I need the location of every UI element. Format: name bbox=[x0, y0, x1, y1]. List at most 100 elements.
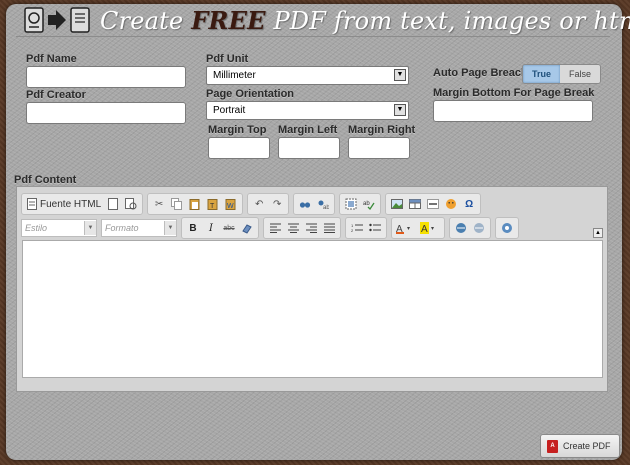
align-center-icon[interactable] bbox=[285, 220, 301, 236]
format-combo[interactable]: Formato ▼ bbox=[101, 219, 177, 237]
link-icon[interactable] bbox=[453, 220, 469, 236]
title-free: FREE bbox=[191, 6, 266, 35]
pdf-unit-select[interactable]: Millimeter ▼ bbox=[206, 66, 409, 85]
svg-text:A: A bbox=[421, 224, 428, 234]
remove-format-icon[interactable] bbox=[239, 220, 255, 236]
unlink-icon[interactable] bbox=[471, 220, 487, 236]
horizontal-rule-icon[interactable] bbox=[425, 196, 441, 212]
paste-word-icon[interactable]: W bbox=[223, 196, 239, 212]
chevron-down-icon: ▼ bbox=[394, 104, 406, 116]
toolbar-group-document: Fuente HTML bbox=[21, 193, 144, 215]
background-color-icon[interactable]: A ▾ bbox=[419, 220, 441, 236]
chevron-down-icon: ▼ bbox=[84, 221, 96, 235]
pdf-content-label: Pdf Content bbox=[14, 174, 77, 186]
margin-top-input[interactable] bbox=[208, 137, 270, 159]
align-left-icon[interactable] bbox=[267, 220, 283, 236]
style-combo[interactable]: Estilo ▼ bbox=[21, 219, 97, 237]
page-title: Create FREE PDF from text, images or htm… bbox=[100, 6, 630, 35]
margin-top-label: Margin Top bbox=[208, 124, 267, 136]
toggle-false[interactable]: False bbox=[560, 65, 601, 83]
svg-text:▾: ▾ bbox=[407, 226, 410, 232]
svg-text:T: T bbox=[210, 203, 215, 210]
svg-text:ab: ab bbox=[363, 201, 370, 207]
rich-text-editor: Fuente HTML ✂ T W ↶ ↷ ab ab Ω Estilo ▼ F… bbox=[16, 186, 608, 392]
toolbar-group-lists: 12 bbox=[345, 217, 387, 239]
toolbar-row-1: Fuente HTML ✂ T W ↶ ↷ ab ab Ω bbox=[21, 193, 485, 215]
bulleted-list-icon[interactable] bbox=[367, 220, 383, 236]
toolbar-row-2: Estilo ▼ Formato ▼ B I abc 12 A ▾ A ▾ bbox=[21, 217, 523, 239]
svg-text:2: 2 bbox=[351, 228, 354, 233]
pdf-unit-label: Pdf Unit bbox=[206, 53, 249, 65]
header: Create FREE PDF from text, images or htm… bbox=[24, 6, 630, 36]
format-combo-label: Formato bbox=[105, 223, 139, 233]
toolbar-group-align bbox=[263, 217, 341, 239]
toggle-true[interactable]: True bbox=[523, 65, 561, 83]
toolbar-group-misc bbox=[495, 217, 519, 239]
preview-icon[interactable] bbox=[123, 196, 139, 212]
page-orientation-label: Page Orientation bbox=[206, 88, 295, 100]
style-combo-label: Estilo bbox=[25, 223, 48, 233]
replace-icon[interactable]: ab bbox=[315, 196, 331, 212]
margin-left-input[interactable] bbox=[278, 137, 340, 159]
margin-bottom-input[interactable] bbox=[433, 100, 593, 122]
align-right-icon[interactable] bbox=[303, 220, 319, 236]
pdf-file-icon bbox=[70, 7, 90, 33]
page-orientation-select[interactable]: Portrait ▼ bbox=[206, 101, 409, 120]
bold-icon[interactable]: B bbox=[185, 220, 201, 236]
pdf-creator-input[interactable] bbox=[26, 102, 186, 124]
toolbar-group-undo: ↶ ↷ bbox=[247, 193, 290, 215]
page-orientation-value: Portrait bbox=[213, 105, 246, 116]
special-char-icon[interactable]: Ω bbox=[461, 196, 477, 212]
pdf-name-input[interactable] bbox=[26, 66, 186, 88]
source-icon bbox=[27, 198, 37, 210]
margin-right-input[interactable] bbox=[348, 137, 410, 159]
svg-text:ab: ab bbox=[323, 205, 329, 210]
undo-icon[interactable]: ↶ bbox=[251, 196, 267, 212]
align-justify-icon[interactable] bbox=[321, 220, 337, 236]
toolbar-group-clipboard: ✂ T W bbox=[147, 193, 244, 215]
toolbar-group-find: ab bbox=[293, 193, 336, 215]
chevron-down-icon: ▼ bbox=[164, 221, 176, 235]
pdf-icon: A bbox=[547, 439, 558, 453]
title-prefix: Create bbox=[100, 7, 192, 35]
spellcheck-icon[interactable]: ab bbox=[361, 196, 377, 212]
image-icon[interactable] bbox=[389, 196, 405, 212]
title-suffix: PDF from text, images or html bbox=[265, 7, 630, 35]
new-page-icon[interactable] bbox=[105, 196, 121, 212]
source-button[interactable]: Fuente HTML bbox=[24, 198, 104, 210]
strike-icon[interactable]: abc bbox=[221, 220, 237, 236]
logo bbox=[24, 7, 90, 33]
chevron-down-icon: ▼ bbox=[394, 69, 406, 81]
cut-icon[interactable]: ✂ bbox=[151, 196, 167, 212]
create-pdf-button[interactable]: A Create PDF bbox=[540, 434, 620, 458]
pdf-unit-value: Millimeter bbox=[213, 70, 256, 81]
toolbar-group-basic: B I abc bbox=[181, 217, 259, 239]
smiley-icon[interactable] bbox=[443, 196, 459, 212]
select-all-icon[interactable] bbox=[343, 196, 359, 212]
numbered-list-icon[interactable]: 12 bbox=[349, 220, 365, 236]
content-editable-area[interactable] bbox=[22, 240, 603, 378]
maximize-icon[interactable] bbox=[499, 220, 515, 236]
margin-bottom-label: Margin Bottom For Page Break bbox=[433, 87, 595, 99]
italic-icon[interactable]: I bbox=[203, 220, 219, 236]
toolbar-group-select: ab bbox=[339, 193, 382, 215]
toolbar-group-colors: A ▾ A ▾ bbox=[391, 217, 445, 239]
auto-page-break-toggle[interactable]: True False bbox=[522, 64, 602, 84]
source-label: Fuente HTML bbox=[40, 198, 102, 210]
find-icon[interactable] bbox=[297, 196, 313, 212]
toolbar-group-links bbox=[449, 217, 491, 239]
redo-icon[interactable]: ↷ bbox=[269, 196, 285, 212]
document-icon bbox=[24, 7, 44, 33]
pdf-name-label: Pdf Name bbox=[26, 53, 77, 65]
copy-icon[interactable] bbox=[169, 196, 185, 212]
header-divider bbox=[16, 36, 610, 37]
collapse-toolbar-icon[interactable]: ▲ bbox=[593, 228, 603, 238]
table-icon[interactable] bbox=[407, 196, 423, 212]
paste-text-icon[interactable]: T bbox=[205, 196, 221, 212]
svg-text:W: W bbox=[227, 203, 234, 210]
text-color-icon[interactable]: A ▾ bbox=[395, 220, 417, 236]
svg-text:▾: ▾ bbox=[431, 226, 434, 232]
paste-icon[interactable] bbox=[187, 196, 203, 212]
auto-page-break-label: Auto Page Breack bbox=[433, 67, 528, 79]
margin-left-label: Margin Left bbox=[278, 124, 338, 136]
